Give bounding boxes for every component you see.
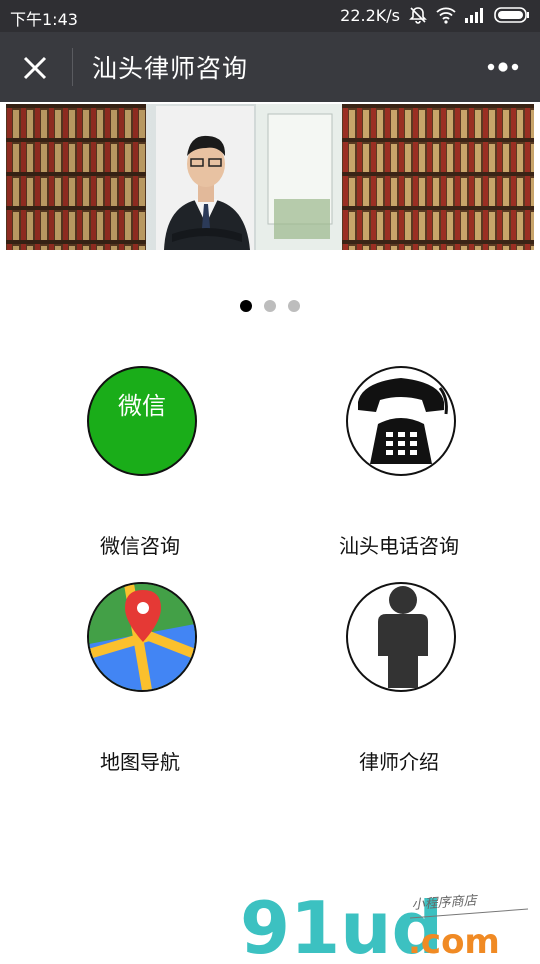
signal-icon bbox=[465, 8, 483, 23]
page-title: 汕头律师咨询 bbox=[92, 54, 249, 83]
menu-item-wechat-consult[interactable]: 微信 微信咨询 bbox=[25, 366, 265, 566]
mute-bell-icon bbox=[409, 7, 427, 24]
menu-item-map-navigation[interactable]: 地图导航 bbox=[25, 582, 265, 782]
telephone-icon bbox=[346, 366, 456, 476]
watermark-logo: 91ud .com 小程序商店 bbox=[240, 885, 540, 964]
wechat-icon: 微信 bbox=[87, 366, 197, 476]
carousel-indicator bbox=[0, 300, 540, 314]
map-pin-icon bbox=[87, 582, 197, 692]
banner-image bbox=[6, 104, 534, 250]
banner-carousel[interactable] bbox=[6, 104, 534, 250]
more-icon[interactable] bbox=[486, 57, 520, 77]
status-bar: 下午1:43 22.2K/s bbox=[0, 0, 540, 32]
menu-item-lawyer-intro[interactable]: 律师介绍 bbox=[284, 582, 524, 782]
watermark-domain: .com bbox=[408, 922, 500, 960]
nav-bar: 汕头律师咨询 bbox=[0, 32, 540, 102]
menu-label-map-navigation: 地图导航 bbox=[100, 750, 180, 774]
wechat-icon-text: 微信 bbox=[118, 392, 166, 420]
person-icon bbox=[346, 582, 456, 692]
menu-item-phone-consult[interactable]: 汕头电话咨询 bbox=[284, 366, 524, 566]
carousel-dot-2[interactable] bbox=[264, 300, 276, 312]
network-speed: 22.2K/s bbox=[340, 5, 400, 25]
battery-icon bbox=[494, 7, 529, 23]
carousel-dot-1[interactable] bbox=[240, 300, 252, 312]
wifi-icon bbox=[436, 7, 456, 24]
carousel-dot-3[interactable] bbox=[288, 300, 300, 312]
status-time: 下午1:43 bbox=[10, 10, 78, 29]
nav-divider bbox=[72, 48, 73, 86]
menu-label-lawyer-intro: 律师介绍 bbox=[359, 750, 439, 774]
menu-label-wechat-consult: 微信咨询 bbox=[100, 534, 180, 558]
menu-label-phone-consult: 汕头电话咨询 bbox=[339, 534, 459, 558]
close-icon[interactable] bbox=[16, 49, 54, 87]
